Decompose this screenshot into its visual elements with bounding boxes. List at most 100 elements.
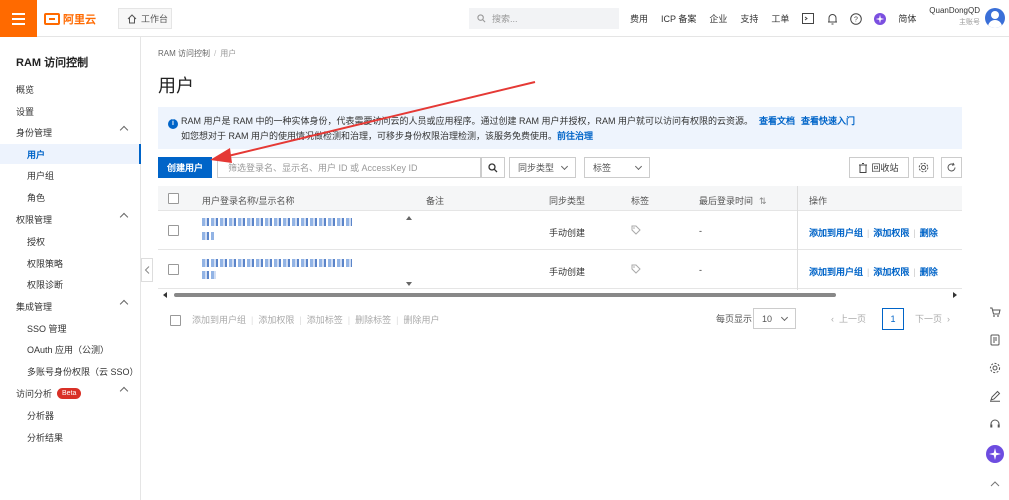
sidebar-item-analysis-results[interactable]: 分析结果 — [0, 427, 141, 447]
per-page-select[interactable]: 10 — [753, 308, 796, 329]
search-input[interactable]: 搜索... — [469, 8, 619, 29]
nav-support[interactable]: 支持 — [740, 12, 758, 25]
sidebar-item-oauth[interactable]: OAuth 应用（公测） — [0, 339, 141, 359]
add-to-group-link[interactable]: 添加到用户组 — [809, 267, 863, 277]
gear-icon — [918, 162, 929, 173]
filter-search-button[interactable] — [481, 157, 505, 178]
sidebar-group-access-analysis[interactable]: 访问分析 Beta — [0, 383, 141, 403]
sidebar-item-grants[interactable]: 授权 — [0, 231, 141, 251]
document-icon[interactable] — [985, 330, 1005, 350]
ai-assistant-icon[interactable] — [985, 444, 1005, 464]
nav-ticket[interactable]: 工单 — [771, 12, 789, 25]
chevron-down-icon — [634, 162, 643, 171]
add-permission-link[interactable]: 添加权限 — [873, 228, 909, 238]
breadcrumb-ram[interactable]: RAM 访问控制 — [158, 49, 210, 58]
bell-icon[interactable] — [826, 13, 838, 25]
nav-enterprise[interactable]: 企业 — [709, 12, 727, 25]
refresh-button[interactable] — [941, 157, 962, 178]
row-checkbox[interactable] — [168, 225, 179, 236]
scroll-right-icon[interactable] — [950, 290, 960, 300]
col-last-login[interactable]: 最后登录时间 ⇅ — [699, 194, 767, 207]
governance-link[interactable]: 前往治理 — [557, 131, 593, 141]
sync-type-value: 手动创建 — [549, 228, 586, 238]
redacted-displayname — [202, 271, 216, 279]
sync-type-select[interactable]: 同步类型 — [509, 157, 576, 178]
avatar[interactable] — [985, 8, 1005, 28]
nav-icp[interactable]: ICP 备案 — [661, 12, 696, 25]
settings-button[interactable] — [913, 157, 934, 178]
sort-icon[interactable]: ⇅ — [759, 196, 767, 206]
info-notice: i RAM 用户是 RAM 中的一种实体身份，代表需要访问云的人员或应用程序。通过… — [158, 107, 962, 149]
search-placeholder: 搜索... — [492, 14, 518, 24]
row-checkbox[interactable] — [168, 264, 179, 275]
sidebar-group-integration[interactable]: 集成管理 — [0, 296, 141, 316]
col-sync-type: 同步类型 — [549, 196, 586, 206]
sidebar-item-roles[interactable]: 角色 — [0, 187, 141, 207]
sidebar-collapse-button[interactable] — [141, 258, 153, 282]
menu-icon[interactable] — [0, 0, 37, 37]
sidebar-item-diagnosis[interactable]: 权限诊断 — [0, 274, 141, 294]
scroll-left-icon[interactable] — [160, 290, 170, 300]
sidebar-item-cloud-sso[interactable]: 多账号身份权限（云 SSO） — [0, 361, 141, 381]
svg-text:?: ? — [854, 16, 858, 23]
sidebar-item-label: 权限管理 — [16, 214, 53, 225]
sidebar-item-analyzers[interactable]: 分析器 — [0, 405, 141, 425]
recycle-bin-button[interactable]: 回收站 — [849, 157, 909, 178]
logo[interactable]: 阿里云 — [44, 11, 96, 27]
quickstart-link[interactable]: 查看快速入门 — [801, 116, 855, 126]
help-icon[interactable]: ? — [850, 12, 863, 25]
scroll-thumb[interactable] — [174, 293, 836, 297]
batch-add-tag[interactable]: 添加标签 — [307, 313, 343, 326]
user-role: 主账号 — [959, 19, 980, 26]
add-permission-link[interactable]: 添加权限 — [873, 267, 909, 277]
cell-scrollbar[interactable] — [404, 214, 414, 288]
top-bar: 阿里云 工作台 搜索... 费用 ICP 备案 企业 支持 工单 ? 简体 Qu… — [0, 0, 1009, 37]
batch-delete-user[interactable]: 删除用户 — [403, 313, 439, 326]
filter-input[interactable]: 筛选登录名、显示名、用户 ID 或 AccessKey ID — [217, 157, 481, 178]
sidebar-group-permissions[interactable]: 权限管理 — [0, 209, 141, 229]
user-name: QuanDongQD — [929, 6, 980, 15]
docs-link[interactable]: 查看文档 — [759, 116, 795, 126]
sidebar-item-label: 分析器 — [27, 410, 55, 421]
sidebar-item-user-groups[interactable]: 用户组 — [0, 165, 141, 185]
tag-icon[interactable] — [631, 264, 641, 276]
col-remark: 备注 — [426, 196, 445, 206]
nav-fee[interactable]: 费用 — [630, 12, 648, 25]
sidebar-item-label: 集成管理 — [16, 301, 53, 312]
sync-type-label: 同步类型 — [518, 163, 555, 173]
gear-icon[interactable] — [985, 358, 1005, 378]
sidebar-item-sso[interactable]: SSO 管理 — [0, 318, 141, 338]
workbench-button[interactable]: 工作台 — [118, 8, 172, 29]
headset-icon[interactable] — [985, 414, 1005, 434]
workbench-label: 工作台 — [141, 14, 169, 24]
batch-remove-tag[interactable]: 删除标签 — [355, 313, 391, 326]
batch-actions: 添加到用户组 | 添加权限 | 添加标签 | 删除标签 | 删除用户 — [192, 313, 440, 326]
sidebar-item-policies[interactable]: 权限策略 — [0, 253, 141, 273]
batch-add-to-group[interactable]: 添加到用户组 — [192, 313, 246, 326]
next-page-button[interactable]: 下一页 › — [915, 308, 950, 329]
cart-icon[interactable] — [985, 302, 1005, 322]
page-number-current[interactable]: 1 — [882, 308, 904, 330]
create-user-button[interactable]: 创建用户 — [158, 157, 212, 178]
add-to-group-link[interactable]: 添加到用户组 — [809, 228, 863, 238]
sidebar-item-users[interactable]: 用户 — [0, 144, 141, 164]
ai-assistant-icon[interactable] — [874, 12, 887, 25]
sidebar-item-label: 用户 — [27, 149, 46, 160]
batch-select-checkbox[interactable] — [170, 315, 181, 326]
language-switch[interactable]: 简体 — [898, 12, 916, 25]
user-info[interactable]: QuanDongQD 主账号 — [925, 6, 980, 27]
delete-link[interactable]: 删除 — [920, 267, 938, 277]
chevron-up-icon[interactable] — [985, 474, 1005, 494]
tag-icon[interactable] — [631, 225, 641, 237]
select-all-checkbox[interactable] — [168, 193, 179, 204]
tag-select[interactable]: 标签 — [584, 157, 650, 178]
prev-page-button[interactable]: ‹ 上一页 — [831, 308, 866, 329]
sidebar-item-overview[interactable]: 概览 — [0, 79, 141, 99]
batch-add-permission[interactable]: 添加权限 — [258, 313, 294, 326]
delete-link[interactable]: 删除 — [920, 228, 938, 238]
sidebar-group-identity[interactable]: 身份管理 — [0, 122, 141, 142]
edit-icon[interactable] — [985, 386, 1005, 406]
sidebar-item-settings[interactable]: 设置 — [0, 101, 141, 121]
terminal-icon[interactable] — [802, 13, 815, 25]
horizontal-scrollbar[interactable] — [158, 290, 962, 300]
